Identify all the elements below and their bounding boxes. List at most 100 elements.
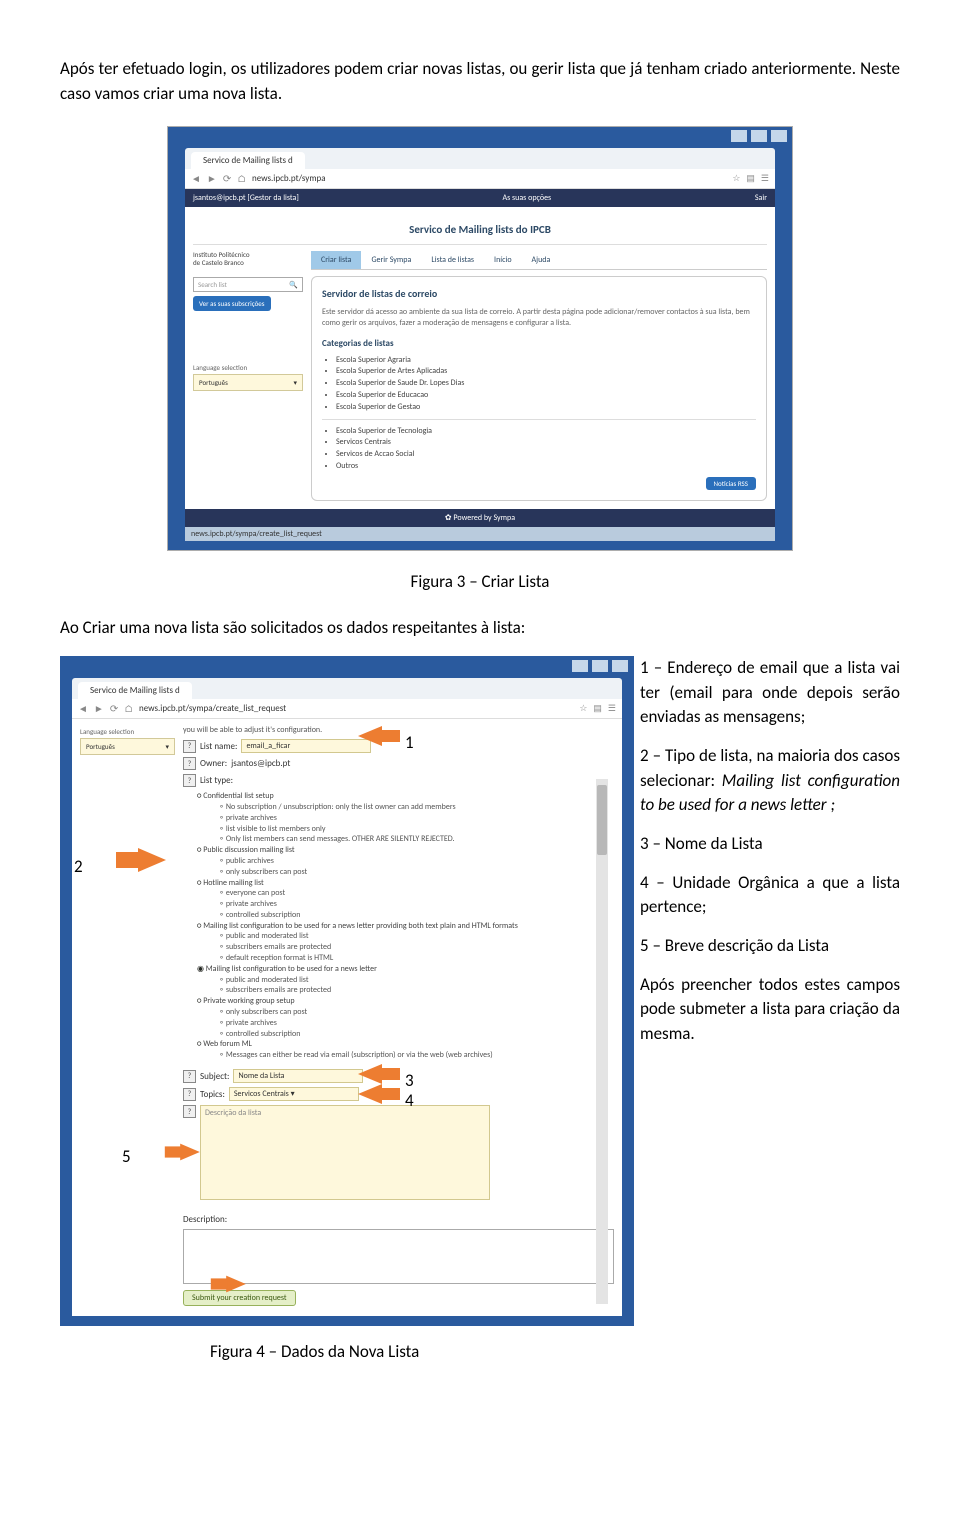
forward-icon[interactable]: ►	[207, 172, 217, 185]
radio-newsletter-html[interactable]: ○	[197, 921, 201, 931]
owner-label: Owner:	[200, 758, 227, 769]
bookmark-icon[interactable]: ▤	[593, 703, 602, 714]
arrow-icon	[358, 1084, 382, 1104]
list-item[interactable]: Escola Superior Agraria	[336, 355, 756, 366]
list-item[interactable]: Escola Superior de Gestao	[336, 402, 756, 413]
reload-icon[interactable]: ⟳	[223, 172, 231, 185]
home-icon[interactable]: ⌂	[237, 172, 246, 185]
list-item[interactable]: Escola Superior de Educacao	[336, 390, 756, 401]
help-icon[interactable]: ?	[183, 1088, 196, 1101]
footer-bar: ✿ Powered by Sympa	[185, 509, 775, 527]
list-item[interactable]: Servicos Centrais	[336, 437, 756, 448]
annotation-number-4: 4	[405, 1090, 414, 1111]
opt-label: Private working group setup	[203, 996, 294, 1006]
url-field[interactable]: news.ipcb.pt/sympa/create_list_request	[139, 703, 573, 714]
tab-inicio[interactable]: Início	[484, 251, 522, 269]
scrollbar[interactable]	[596, 779, 608, 1304]
radio-hotline[interactable]: ○	[197, 878, 201, 888]
minimize-icon[interactable]	[572, 660, 588, 672]
radio-web-forum[interactable]: ○	[197, 1039, 201, 1049]
menu-icon[interactable]: ☰	[608, 703, 616, 714]
opt-label: Confidential list setup	[203, 791, 273, 801]
address-bar: ◄ ► ⟳ ⌂ news.ipcb.pt/sympa ☆ ▤ ☰	[185, 169, 775, 189]
home-icon[interactable]: ⌂	[124, 702, 133, 715]
rss-button[interactable]: Notícias RSS	[706, 477, 757, 490]
legend-item-2: 2 – Tipo de lista, na maioria dos casos …	[640, 744, 900, 818]
bookmark-icon[interactable]: ▤	[746, 173, 755, 184]
status-bar: news.ipcb.pt/sympa/create_list_request	[185, 527, 775, 541]
description-label: Description:	[183, 1214, 227, 1225]
opt-sub: subscribers emails are protected	[226, 985, 331, 995]
tab-lista-de-listas[interactable]: Lista de listas	[421, 251, 484, 269]
language-select[interactable]: Português ▾	[193, 374, 303, 391]
close-icon[interactable]	[612, 660, 628, 672]
close-icon[interactable]	[771, 130, 787, 142]
list-item[interactable]: Servicos de Accao Social	[336, 449, 756, 460]
reload-icon[interactable]: ⟳	[110, 702, 118, 715]
maximize-icon[interactable]	[751, 130, 767, 142]
search-input[interactable]: Search list 🔍	[193, 277, 303, 292]
search-icon[interactable]: 🔍	[289, 280, 298, 289]
radio-private-group[interactable]: ○	[197, 996, 201, 1006]
opt-label: Hotline mailing list	[203, 878, 263, 888]
language-select[interactable]: Português ▾	[80, 738, 175, 755]
annotation-number-3: 3	[405, 1070, 414, 1091]
annotation-number-1: 1	[405, 732, 414, 753]
star-icon[interactable]: ☆	[732, 173, 740, 184]
back-icon[interactable]: ◄	[191, 172, 201, 185]
opt-sub: controlled subscription	[226, 910, 301, 920]
footer-text: Powered by Sympa	[453, 513, 515, 523]
description-box[interactable]	[183, 1229, 614, 1284]
back-icon[interactable]: ◄	[78, 702, 88, 715]
radio-public-discussion[interactable]: ○	[197, 845, 201, 855]
list-item[interactable]: Escola Superior de Tecnologia	[336, 426, 756, 437]
arrow-icon	[358, 726, 382, 746]
search-placeholder: Search list	[198, 280, 227, 289]
list-item[interactable]: Escola Superior de Saude Dr. Lopes Dias	[336, 378, 756, 389]
maximize-icon[interactable]	[592, 660, 608, 672]
figure-4-screenshot: Servico de Mailing lists d ◄ ► ⟳ ⌂ news.…	[60, 656, 610, 1326]
list-item[interactable]: Outros	[336, 461, 756, 472]
opt-sub: private archives	[226, 813, 277, 823]
opt-sub: public and moderated list	[226, 931, 309, 941]
submit-button[interactable]: Submit your creation request	[183, 1290, 296, 1306]
list-type-options: ○ Confidential list setup ∘ No subscript…	[197, 791, 614, 1061]
help-icon[interactable]: ?	[183, 757, 196, 770]
language-label: Language selection	[80, 727, 175, 736]
list-item[interactable]: Escola Superior de Artes Aplicadas	[336, 366, 756, 377]
logout-link[interactable]: Sair	[755, 193, 767, 203]
arrow-icon	[226, 1276, 246, 1293]
description-textarea[interactable]: Descrição da lista	[200, 1105, 490, 1200]
radio-newsletter[interactable]: ◉	[197, 964, 204, 974]
language-label: Language selection	[193, 363, 303, 372]
list-name-input[interactable]: email_a_ficar	[241, 739, 371, 753]
language-value: Português	[199, 378, 228, 387]
opt-sub: list visible to list members only	[226, 824, 326, 834]
help-icon[interactable]: ?	[183, 774, 196, 787]
subscriptions-button[interactable]: Ver as suas subscrições	[193, 296, 271, 311]
opt-sub: subscribers emails are protected	[226, 942, 331, 952]
star-icon[interactable]: ☆	[579, 703, 587, 714]
tab-gerir-sympa[interactable]: Gerir Sympa	[361, 251, 421, 269]
chevron-down-icon: ▾	[165, 742, 169, 751]
minimize-icon[interactable]	[731, 130, 747, 142]
radio-confidential[interactable]: ○	[197, 791, 201, 801]
help-icon[interactable]: ?	[183, 1070, 196, 1083]
url-field[interactable]: news.ipcb.pt/sympa	[252, 173, 726, 184]
opt-sub: private archives	[226, 899, 277, 909]
forward-icon[interactable]: ►	[94, 702, 104, 715]
legend-item-3: 3 – Nome da Lista	[640, 832, 900, 857]
help-icon[interactable]: ?	[183, 740, 196, 753]
scrollbar-thumb[interactable]	[597, 785, 607, 855]
service-title: Servico de Mailing lists do IPCB	[193, 215, 767, 245]
topics-select[interactable]: Servicos Centrais ▾	[229, 1087, 359, 1101]
user-options-link[interactable]: As suas opções	[502, 193, 551, 203]
help-icon[interactable]: ?	[183, 1105, 196, 1118]
browser-tab[interactable]: Servico de Mailing lists d	[191, 152, 305, 169]
tab-criar-lista[interactable]: Criar lista	[311, 251, 361, 269]
tab-ajuda[interactable]: Ajuda	[522, 251, 561, 269]
opt-sub: public archives	[226, 856, 274, 866]
browser-tab[interactable]: Servico de Mailing lists d	[78, 682, 192, 699]
menu-icon[interactable]: ☰	[761, 173, 769, 184]
subject-input[interactable]: Nome da Lista	[233, 1069, 363, 1083]
